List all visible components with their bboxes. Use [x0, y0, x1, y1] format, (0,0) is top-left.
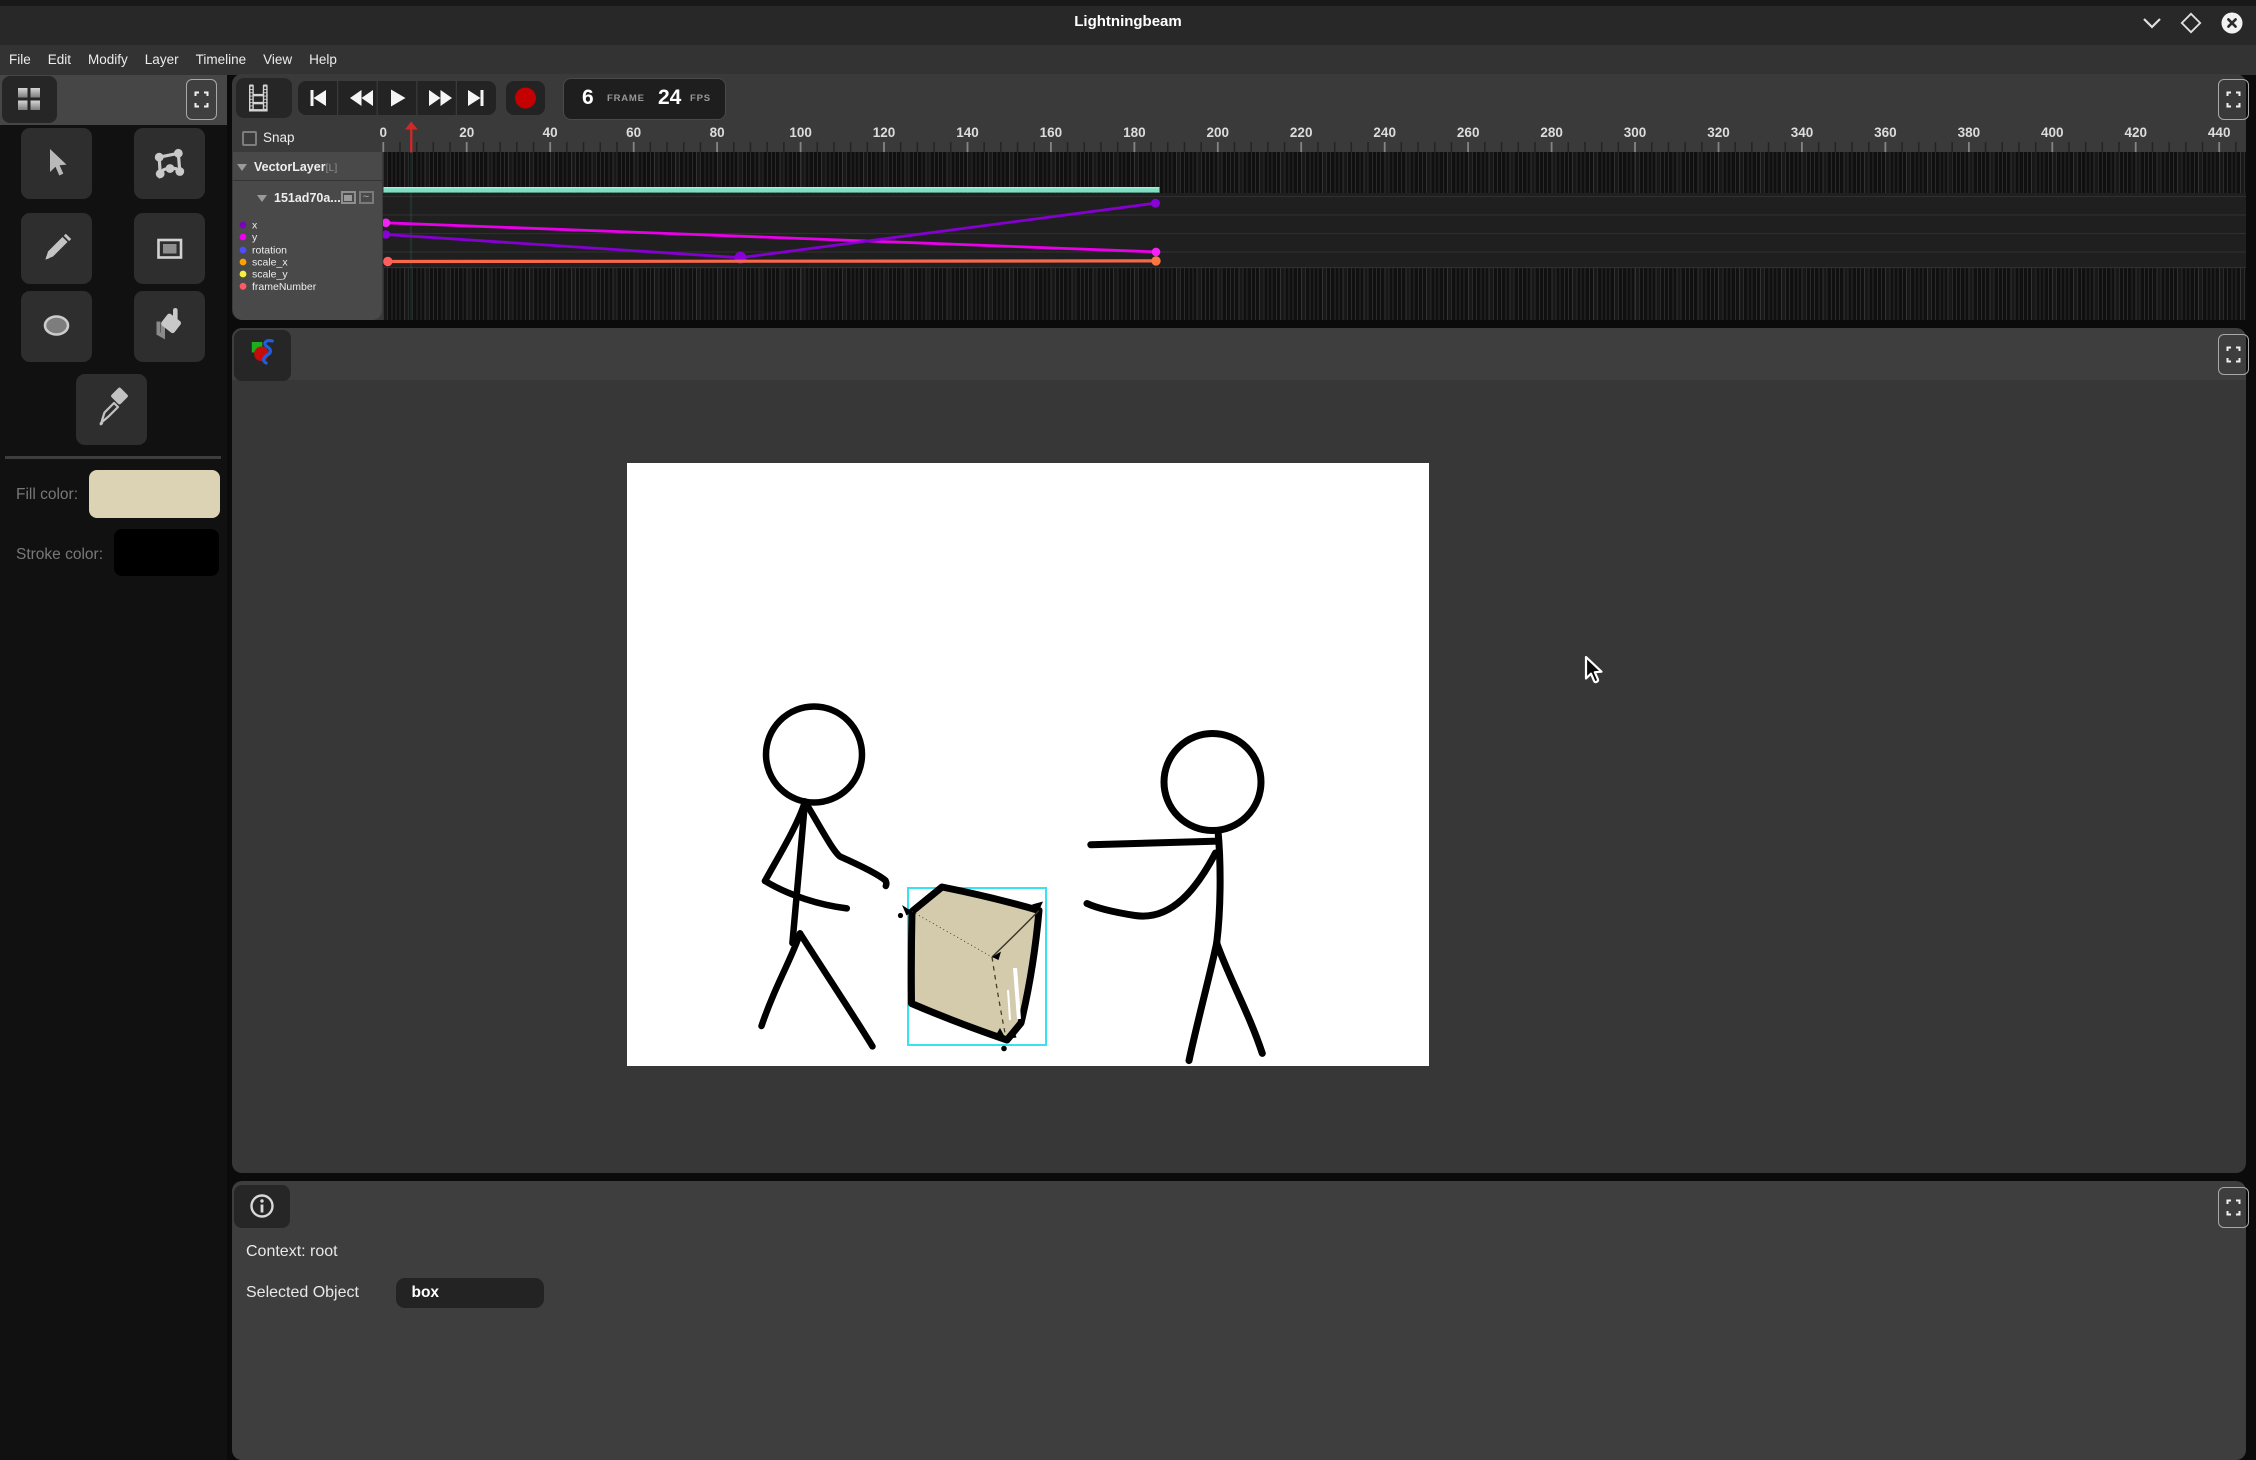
svg-text:x: x — [252, 220, 258, 232]
svg-text:180: 180 — [1123, 125, 1146, 140]
svg-text:220: 220 — [1289, 125, 1312, 140]
svg-text:scale_y: scale_y — [252, 269, 288, 281]
svg-text:y: y — [252, 232, 258, 244]
svg-text:280: 280 — [1540, 125, 1563, 140]
svg-text:340: 340 — [1790, 125, 1813, 140]
svg-text:100: 100 — [789, 125, 812, 140]
svg-text:rotation: rotation — [252, 245, 287, 257]
svg-text:scale_x: scale_x — [252, 257, 288, 269]
svg-text:300: 300 — [1623, 125, 1646, 140]
svg-text:440: 440 — [2207, 125, 2230, 140]
svg-text:120: 120 — [872, 125, 895, 140]
svg-text:80: 80 — [709, 125, 724, 140]
svg-text:60: 60 — [626, 125, 641, 140]
svg-text:240: 240 — [1373, 125, 1396, 140]
svg-text:360: 360 — [1874, 125, 1897, 140]
svg-text:320: 320 — [1707, 125, 1730, 140]
svg-text:200: 200 — [1206, 125, 1229, 140]
svg-text:160: 160 — [1039, 125, 1062, 140]
svg-text:40: 40 — [542, 125, 557, 140]
svg-text:380: 380 — [1957, 125, 1980, 140]
svg-text:140: 140 — [956, 125, 979, 140]
svg-text:400: 400 — [2041, 125, 2064, 140]
svg-text:260: 260 — [1456, 125, 1479, 140]
svg-text:frameNumber: frameNumber — [252, 281, 317, 293]
svg-text:20: 20 — [459, 125, 474, 140]
svg-text:0: 0 — [379, 125, 387, 140]
svg-text:420: 420 — [2124, 125, 2147, 140]
